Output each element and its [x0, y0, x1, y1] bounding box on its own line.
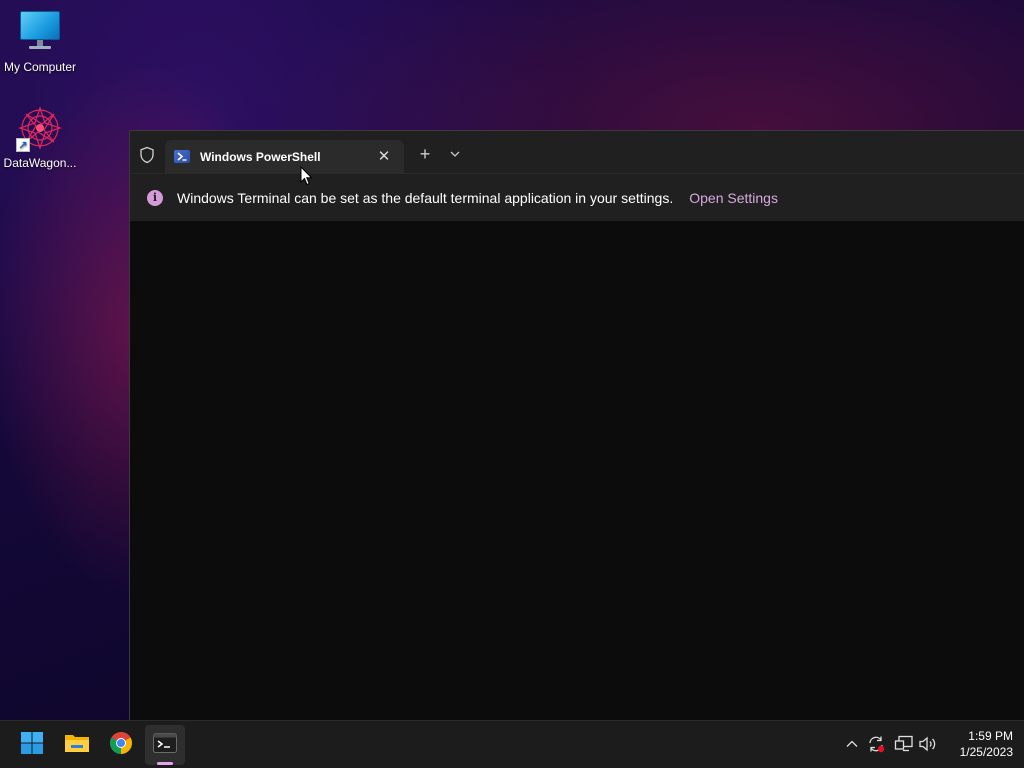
taskbar: 1:59 PM 1/25/2023	[0, 720, 1024, 768]
tab-title: Windows PowerShell	[200, 149, 321, 164]
running-indicator	[157, 762, 173, 765]
file-explorer-button[interactable]	[57, 725, 97, 765]
system-clock[interactable]: 1:59 PM 1/25/2023	[943, 728, 1013, 760]
chrome-button[interactable]	[101, 725, 141, 765]
shortcut-arrow-icon: ↗	[16, 138, 30, 152]
clock-time: 1:59 PM	[968, 729, 1013, 743]
info-bar: i Windows Terminal can be set as the def…	[130, 173, 1024, 221]
info-message: Windows Terminal can be set as the defau…	[177, 189, 674, 206]
datawagon-logo-icon: ↗	[16, 104, 64, 152]
start-button[interactable]	[12, 725, 52, 765]
new-tab-button[interactable]: +	[415, 144, 435, 164]
terminal-taskbar-button[interactable]	[145, 725, 185, 765]
desktop-icon-datawagon[interactable]: ↗ DataWagon...	[0, 104, 80, 170]
folder-icon	[64, 732, 90, 759]
chrome-icon	[109, 731, 133, 760]
monitor-icon	[16, 8, 64, 56]
terminal-window: Windows PowerShell ✕ + i Windows Termina…	[129, 130, 1024, 721]
volume-icon[interactable]	[917, 733, 939, 755]
info-icon: i	[147, 189, 163, 206]
desktop-icon-label: DataWagon...	[3, 156, 77, 170]
shield-icon	[138, 146, 156, 164]
close-icon[interactable]: ✕	[374, 147, 394, 167]
powershell-icon	[174, 150, 190, 163]
network-icon[interactable]	[893, 733, 915, 755]
windows-logo-icon	[20, 731, 44, 760]
desktop-icon-my-computer[interactable]: My Computer	[0, 8, 80, 74]
desktop-icon-label: My Computer	[3, 60, 77, 74]
clock-date: 1/25/2023	[959, 745, 1013, 759]
chevron-down-icon[interactable]	[445, 144, 465, 164]
chevron-up-icon[interactable]	[841, 733, 863, 755]
terminal-content[interactable]	[130, 221, 1024, 721]
terminal-icon	[153, 732, 177, 758]
open-settings-link[interactable]: Open Settings	[689, 190, 778, 206]
sync-icon[interactable]	[865, 733, 887, 755]
title-bar[interactable]: Windows PowerShell ✕ +	[130, 131, 1024, 173]
mouse-cursor-icon	[300, 165, 314, 186]
tab-windows-powershell[interactable]: Windows PowerShell ✕	[165, 140, 404, 173]
